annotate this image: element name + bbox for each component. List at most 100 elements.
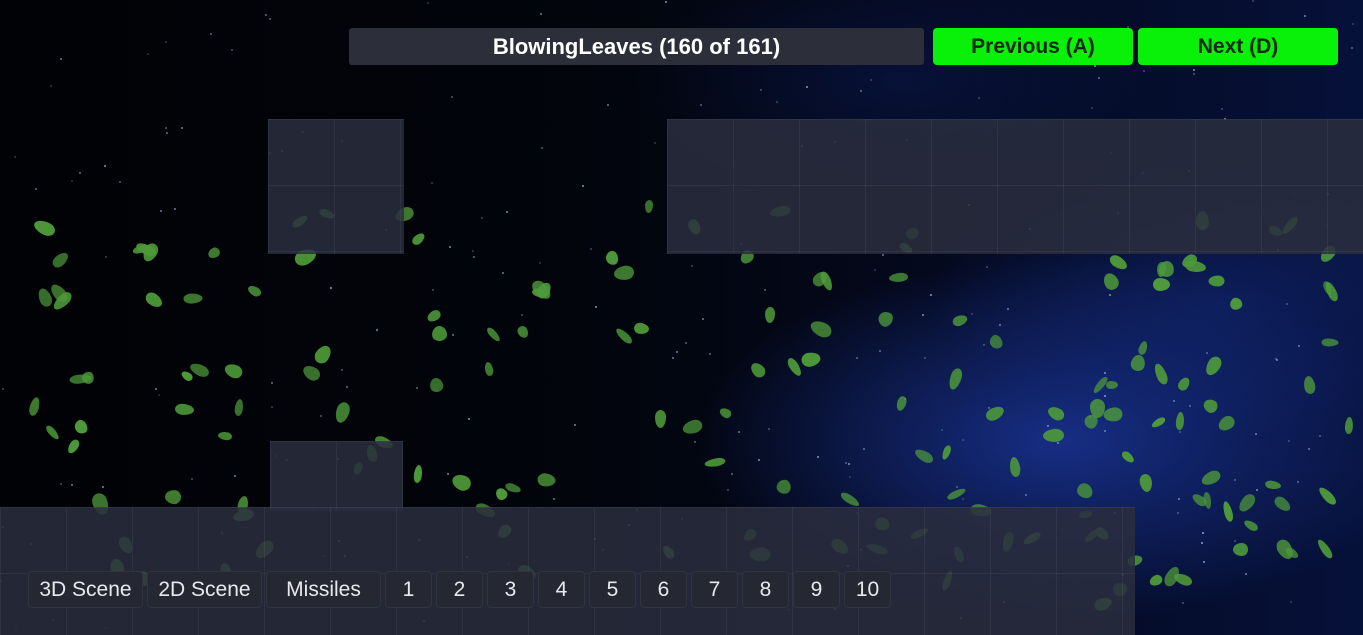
star xyxy=(35,188,37,190)
leaf xyxy=(1150,415,1167,430)
scene-title: BlowingLeaves (160 of 161) xyxy=(492,33,781,59)
leaf xyxy=(485,325,502,344)
number-button-4[interactable]: 4 xyxy=(538,571,585,608)
star xyxy=(1177,512,1179,514)
star xyxy=(764,289,766,291)
star xyxy=(147,53,149,55)
star xyxy=(845,462,847,464)
leaf xyxy=(143,289,165,311)
star xyxy=(1221,108,1223,110)
leaf xyxy=(895,395,908,412)
leaf xyxy=(1176,375,1192,393)
leaf xyxy=(1227,295,1245,313)
scene-2d-button[interactable]: 2D Scene xyxy=(147,571,262,608)
star xyxy=(709,353,711,355)
leaf xyxy=(912,446,936,466)
star xyxy=(451,96,453,98)
leaf xyxy=(808,317,834,341)
leaf xyxy=(1208,275,1225,287)
leaf xyxy=(1102,406,1124,423)
leaf xyxy=(1202,354,1225,378)
star xyxy=(1193,69,1195,71)
star xyxy=(768,428,770,430)
grid-block-mid-left xyxy=(270,441,403,511)
number-button-2[interactable]: 2 xyxy=(436,571,483,608)
star xyxy=(160,210,162,212)
number-button-3[interactable]: 3 xyxy=(487,571,534,608)
star xyxy=(971,313,973,315)
number-button-7[interactable]: 7 xyxy=(691,571,738,608)
leaf xyxy=(44,423,61,442)
star xyxy=(941,429,943,431)
star xyxy=(431,182,433,184)
leaf xyxy=(1100,270,1122,293)
leaf xyxy=(27,396,42,417)
star xyxy=(105,256,107,258)
leaf xyxy=(800,350,822,369)
leaf xyxy=(164,489,182,505)
leaf xyxy=(1316,484,1339,508)
leaf xyxy=(1147,573,1165,588)
star xyxy=(760,89,762,91)
grid-block-top-left xyxy=(268,119,404,254)
star xyxy=(165,41,167,43)
leaf xyxy=(65,437,82,456)
leaf xyxy=(333,400,352,425)
star xyxy=(481,217,483,219)
star xyxy=(265,14,267,16)
star xyxy=(330,287,332,289)
leaf xyxy=(987,332,1005,352)
star xyxy=(1234,540,1236,542)
scene-3d-button[interactable]: 3D Scene xyxy=(28,571,143,608)
star xyxy=(1319,435,1321,437)
star xyxy=(449,246,451,248)
star xyxy=(731,473,733,475)
leaf xyxy=(1107,252,1130,273)
leaf xyxy=(449,471,474,494)
number-button-1[interactable]: 1 xyxy=(385,571,432,608)
previous-button[interactable]: Previous (A) xyxy=(933,28,1133,65)
number-button-6[interactable]: 6 xyxy=(640,571,687,608)
star xyxy=(595,306,597,308)
star xyxy=(1256,489,1258,491)
star xyxy=(1189,405,1191,407)
leaf xyxy=(1105,380,1119,390)
star xyxy=(231,49,233,51)
number-button-10[interactable]: 10 xyxy=(844,571,891,608)
star xyxy=(234,475,236,477)
star xyxy=(1352,23,1354,25)
next-button[interactable]: Next (D) xyxy=(1138,28,1338,65)
number-button-8[interactable]: 8 xyxy=(742,571,789,608)
grid-block-top-right xyxy=(667,119,1363,254)
star xyxy=(271,382,273,384)
star xyxy=(1202,532,1204,534)
leaf xyxy=(1272,494,1293,514)
leaf xyxy=(1315,537,1335,561)
star xyxy=(1098,77,1100,79)
star xyxy=(999,324,1001,326)
star xyxy=(1255,433,1257,435)
leaf xyxy=(1184,259,1207,274)
leaf xyxy=(1153,278,1170,291)
star xyxy=(376,329,378,331)
star xyxy=(539,262,541,264)
star xyxy=(191,478,193,480)
leaf xyxy=(946,366,965,392)
star xyxy=(930,294,932,296)
star xyxy=(676,351,678,353)
star xyxy=(879,350,881,352)
number-button-9[interactable]: 9 xyxy=(793,571,840,608)
star xyxy=(174,208,176,210)
star xyxy=(1173,400,1175,402)
star xyxy=(158,394,160,396)
number-button-5[interactable]: 5 xyxy=(589,571,636,608)
star xyxy=(1091,107,1093,109)
leaf xyxy=(604,249,620,267)
star xyxy=(978,97,980,99)
star xyxy=(691,265,693,267)
leaf xyxy=(50,249,71,271)
leaf xyxy=(680,417,705,437)
leaf xyxy=(718,406,733,420)
missiles-button[interactable]: Missiles xyxy=(266,571,381,608)
next-button-label: Next (D) xyxy=(1197,34,1279,58)
